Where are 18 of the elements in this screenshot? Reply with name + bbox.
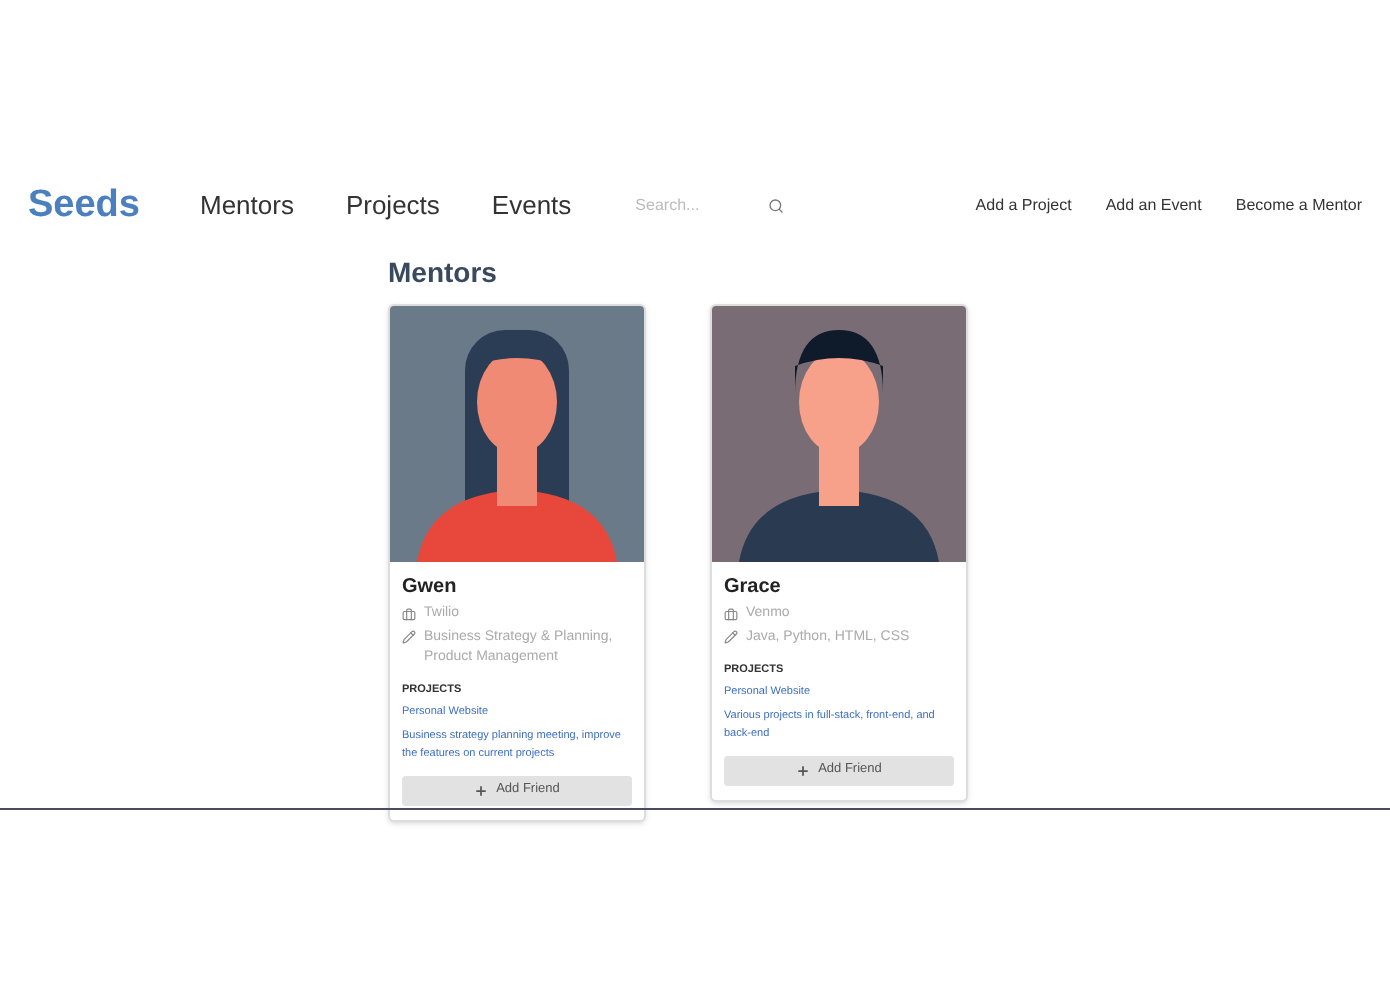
briefcase-icon xyxy=(402,607,416,622)
plus-icon xyxy=(474,783,489,798)
nav-link[interactable]: Projects xyxy=(345,186,440,226)
search-field[interactable]: Search... xyxy=(635,194,768,218)
brand-logo[interactable]: Seeds xyxy=(28,177,140,235)
plus-icon xyxy=(796,763,811,778)
briefcase-icon xyxy=(724,607,738,622)
nav-action-link[interactable]: Become a Mentor xyxy=(1235,194,1362,218)
search-icon[interactable] xyxy=(767,198,784,214)
nav-action-link[interactable]: Add an Event xyxy=(1105,194,1202,218)
nav-link[interactable]: Mentors xyxy=(199,186,294,226)
mentor-name: Grace xyxy=(724,574,783,602)
nav-action-link[interactable]: Add a Project xyxy=(975,194,1072,218)
pencil-icon xyxy=(724,629,738,643)
nav-link[interactable]: Events xyxy=(491,186,572,226)
section-heading: Mentors xyxy=(388,254,499,292)
pencil-icon xyxy=(402,629,416,643)
mentor-name: Gwen xyxy=(402,574,459,602)
